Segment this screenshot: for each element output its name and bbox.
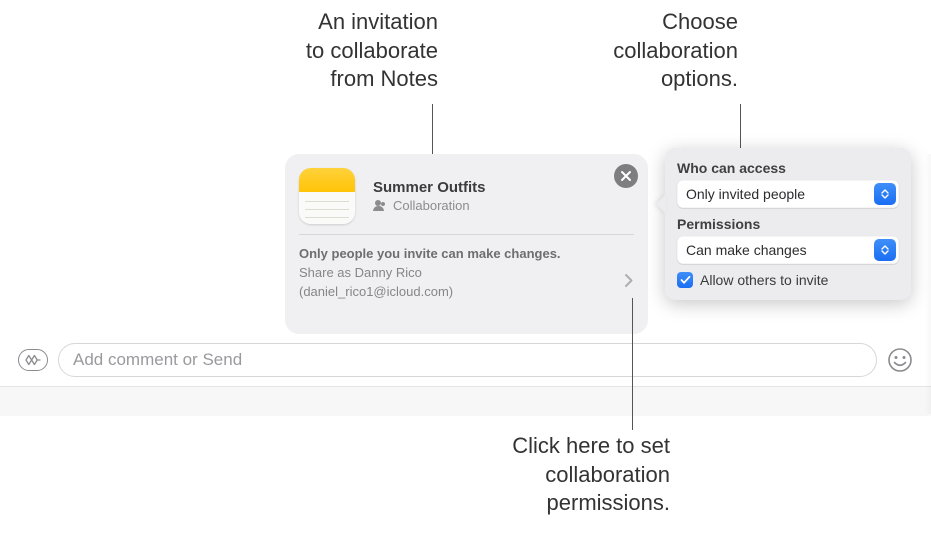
- callout-options-text: Choosecollaborationoptions.: [613, 9, 738, 91]
- access-select-value: Only invited people: [686, 186, 805, 202]
- callout-options-line: [740, 104, 741, 154]
- callout-permissions-line: [632, 298, 633, 430]
- invite-header: Summer Outfits Collaboration: [285, 154, 648, 234]
- people-icon: [373, 200, 388, 211]
- permissions-select-value: Can make changes: [686, 242, 807, 258]
- compose-input[interactable]: Add comment or Send: [58, 343, 877, 377]
- compose-placeholder: Add comment or Send: [73, 350, 242, 370]
- callout-invite-text: An invitationto collaboratefrom Notes: [306, 9, 438, 91]
- invite-body[interactable]: Only people you invite can make changes.…: [285, 235, 648, 314]
- notes-app-icon: [299, 168, 355, 224]
- emoji-icon[interactable]: [887, 347, 913, 373]
- invite-subtitle-text: Collaboration: [393, 198, 470, 213]
- permissions-label: Permissions: [677, 216, 899, 232]
- callout-invite: An invitationto collaboratefrom Notes: [268, 8, 438, 94]
- invite-body-line2: Share as Danny Rico: [299, 264, 634, 283]
- apps-glyph-icon: [24, 354, 42, 366]
- apps-icon[interactable]: [18, 349, 48, 371]
- chevron-right-icon: [624, 273, 634, 294]
- allow-others-label: Allow others to invite: [700, 272, 828, 288]
- access-select[interactable]: Only invited people: [677, 180, 899, 208]
- callout-permissions: Click here to setcollaborationpermission…: [480, 432, 670, 518]
- invite-body-line3: (daniel_rico1@icloud.com): [299, 283, 634, 302]
- select-arrows-icon: [874, 239, 896, 261]
- callout-invite-line: [432, 104, 433, 160]
- compose-area: Summer Outfits Collaboration Only people…: [0, 154, 931, 414]
- callout-permissions-text: Click here to setcollaborationpermission…: [512, 433, 670, 515]
- window-edge-shade: [0, 386, 931, 416]
- allow-others-checkbox[interactable]: [677, 272, 693, 288]
- allow-others-row[interactable]: Allow others to invite: [677, 272, 899, 288]
- invite-body-line1: Only people you invite can make changes.: [299, 245, 634, 264]
- close-icon: [620, 170, 632, 182]
- collab-invite-card: Summer Outfits Collaboration Only people…: [285, 154, 648, 334]
- invite-title: Summer Outfits: [373, 179, 486, 196]
- select-arrows-icon: [874, 183, 896, 205]
- collab-options-popover: Who can access Only invited people Permi…: [665, 148, 911, 300]
- callout-options: Choosecollaborationoptions.: [590, 8, 738, 94]
- access-label: Who can access: [677, 160, 899, 176]
- compose-row: Add comment or Send: [18, 342, 913, 378]
- invite-subtitle: Collaboration: [373, 198, 486, 213]
- check-icon: [680, 275, 691, 285]
- permissions-select[interactable]: Can make changes: [677, 236, 899, 264]
- close-button[interactable]: [614, 164, 638, 188]
